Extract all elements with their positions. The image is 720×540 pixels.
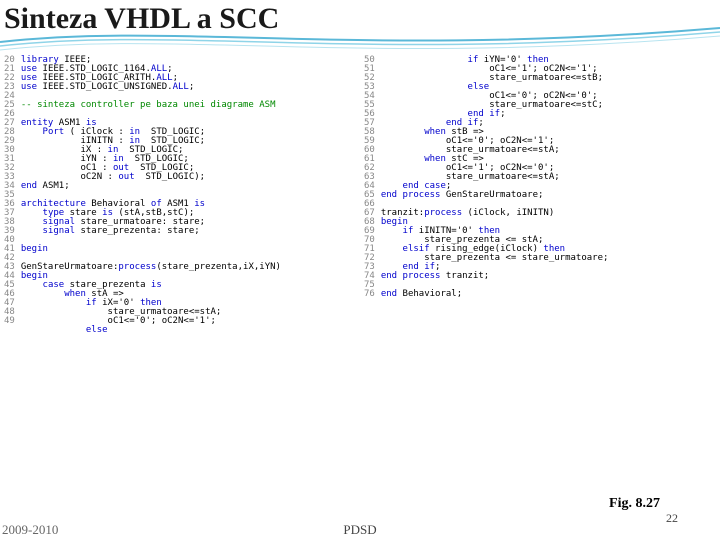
figure-caption: Fig. 8.27 xyxy=(609,496,660,512)
footer-page: 22 xyxy=(666,511,678,526)
code-right: if iYN='0' then oC1<='1'; oC2N<='1'; sta… xyxy=(381,56,609,488)
line-numbers-left: 20 21 22 23 24 25 26 27 28 29 30 31 32 3… xyxy=(4,56,21,488)
footer-course: PDSD xyxy=(0,522,720,538)
line-numbers-right: 50 51 52 53 54 55 56 57 58 59 60 61 62 6… xyxy=(364,56,381,488)
code-left: library IEEE; use IEEE.STD_LOGIC_1164.AL… xyxy=(21,56,281,488)
page-title: Sinteza VHDL a SCC xyxy=(4,2,279,36)
code-block: 20 21 22 23 24 25 26 27 28 29 30 31 32 3… xyxy=(0,56,720,488)
